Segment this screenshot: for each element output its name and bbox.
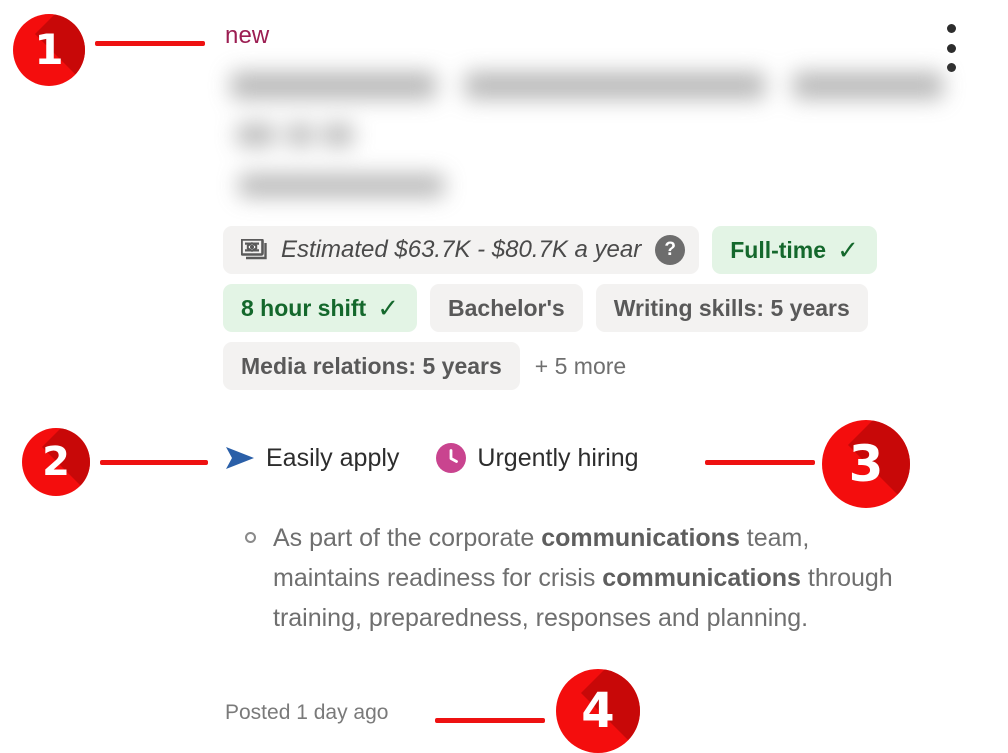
- question-mark-icon[interactable]: ?: [655, 235, 686, 265]
- annotation-badge-4: 4: [556, 669, 640, 753]
- job-card[interactable]: new Estimated $63.7K - $80.7K a year ? F…: [215, 0, 1008, 753]
- pill-row-3: Media relations: 5 years + 5 more: [223, 342, 983, 390]
- salary-pill[interactable]: Estimated $63.7K - $80.7K a year ?: [223, 226, 700, 274]
- desc-part-1: As part of the corporate: [273, 524, 542, 552]
- pill-label: Media relations: 5 years: [241, 352, 502, 379]
- redacted-bar: [323, 124, 353, 146]
- pill-row-1: Estimated $63.7K - $80.7K a year ? Full-…: [223, 226, 983, 274]
- pill-label: Full-time: [730, 236, 827, 263]
- desc-bold-2: communications: [602, 564, 801, 592]
- easily-apply[interactable]: Easily apply: [225, 444, 399, 473]
- check-icon: ✓: [837, 235, 859, 265]
- job-card-screenshot: new Estimated $63.7K - $80.7K a year ? F…: [0, 0, 1008, 753]
- pill-label: Writing skills: 5 years: [613, 294, 850, 321]
- pill-media-relations[interactable]: Media relations: 5 years: [223, 342, 520, 390]
- annotation-badge-2: 2: [22, 428, 90, 496]
- redacted-job-title-block: [215, 62, 943, 207]
- hollow-circle-bullet: [245, 532, 256, 543]
- kebab-dot-1: [946, 24, 956, 33]
- new-badge: new: [225, 22, 270, 49]
- pill-writing-skills[interactable]: Writing skills: 5 years: [595, 284, 868, 332]
- desc-bold-1: communications: [541, 524, 740, 552]
- annotation-badge-3: 3: [822, 420, 910, 508]
- more-attributes-link[interactable]: + 5 more: [535, 353, 626, 380]
- redacted-bar: [287, 124, 313, 146]
- pill-8-hour-shift[interactable]: 8 hour shift ✓: [223, 284, 418, 332]
- pill-bachelors[interactable]: Bachelor's: [430, 284, 583, 332]
- annotation-number: 1: [34, 25, 64, 74]
- annotation-number: 3: [848, 435, 884, 493]
- redacted-bar: [239, 174, 444, 197]
- apply-status-row: Easily apply Urgently hiring: [225, 443, 639, 473]
- pill-label: 8 hour shift: [241, 294, 367, 321]
- urgently-hiring-label: Urgently hiring: [477, 443, 639, 472]
- attribute-pills: Estimated $63.7K - $80.7K a year ? Full-…: [223, 226, 983, 400]
- annotation-line-4: [435, 718, 545, 723]
- kebab-dot-3: [946, 63, 956, 72]
- redacted-bar: [793, 72, 943, 99]
- money-icon: [241, 239, 267, 260]
- annotation-line-2: [100, 460, 208, 465]
- redacted-bar: [465, 72, 765, 99]
- easily-apply-label: Easily apply: [266, 443, 400, 472]
- send-arrow-icon: [226, 447, 254, 469]
- check-icon: ✓: [377, 293, 400, 323]
- annotation-badge-1: 1: [13, 14, 85, 86]
- description-text: As part of the corporate communications …: [273, 518, 905, 638]
- job-description: As part of the corporate communications …: [245, 518, 905, 638]
- posted-date: Posted 1 day ago: [225, 701, 389, 724]
- annotation-line-3: [705, 460, 815, 465]
- kebab-dot-2: [946, 43, 956, 53]
- annotation-line-1: [95, 41, 205, 46]
- pill-full-time[interactable]: Full-time ✓: [712, 226, 877, 274]
- pill-row-2: 8 hour shift ✓ Bachelor's Writing skills…: [223, 284, 983, 332]
- pill-label: Bachelor's: [448, 294, 565, 321]
- redacted-bar: [237, 124, 275, 146]
- urgently-hiring: Urgently hiring: [436, 443, 639, 473]
- clock-icon: [436, 443, 467, 473]
- redacted-bar: [231, 72, 436, 99]
- salary-text: Estimated $63.7K - $80.7K a year: [281, 236, 642, 263]
- kebab-menu-icon[interactable]: [942, 20, 960, 76]
- annotation-number: 2: [42, 439, 70, 485]
- annotation-number: 4: [581, 683, 615, 739]
